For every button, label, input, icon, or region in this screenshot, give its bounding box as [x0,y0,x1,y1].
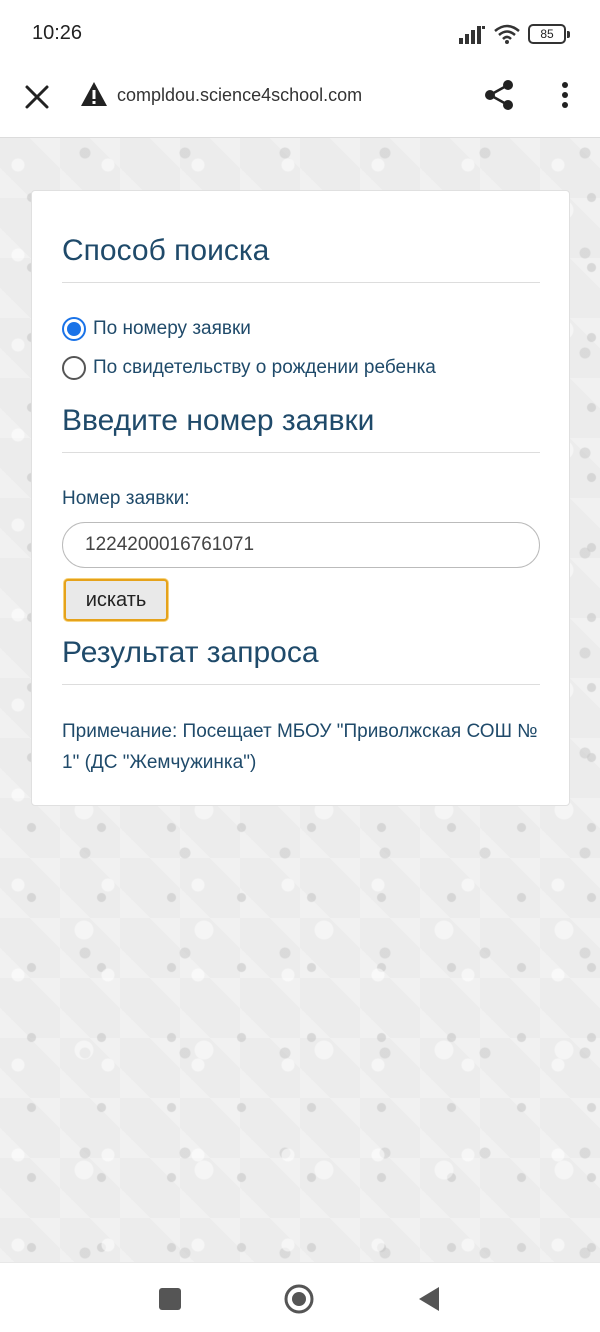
battery-icon: 85 [528,24,570,44]
divider [62,282,540,283]
status-time: 10:26 [32,22,83,44]
system-nav-bar [0,1262,600,1332]
status-bar: 10:26 85 [0,0,600,64]
radio-label: По номеру заявки [93,318,251,339]
status-icons: 85 [458,22,570,46]
enter-number-title: Введите номер заявки [62,404,375,437]
search-card: Способ поиска По номеру заявки По свидет… [31,190,570,806]
home-circle-icon[interactable] [283,1283,315,1315]
search-button[interactable]: искать [64,579,168,621]
search-method-title: Способ поиска [62,234,270,267]
divider [62,684,540,685]
radio-button-checked[interactable] [62,317,86,341]
back-triangle-icon[interactable] [417,1285,441,1313]
result-note: Примечание: Посещает МБОУ "Приволжская С… [62,721,538,773]
radio-by-application-number[interactable]: По номеру заявки [62,317,251,341]
battery-level: 85 [540,27,554,41]
application-number-input[interactable] [62,522,540,568]
browser-toolbar: compldou.science4school.com [0,64,600,138]
warning-icon[interactable] [80,81,108,107]
result-title: Результат запроса [62,636,319,669]
radio-label: По свидетельству о рождении ребенка [93,357,436,378]
more-vert-icon[interactable] [552,80,578,110]
recents-square-icon[interactable] [159,1288,181,1310]
share-icon[interactable] [482,78,516,112]
url-text[interactable]: compldou.science4school.com [117,85,362,106]
application-number-label: Номер заявки: [62,488,190,509]
signal-icon [459,26,485,44]
close-icon[interactable] [22,82,52,112]
radio-by-birth-certificate[interactable]: По свидетельству о рождении ребенка [62,356,436,380]
radio-button-unchecked[interactable] [62,356,86,380]
wifi-icon [494,24,520,44]
page-content: Способ поиска По номеру заявки По свидет… [0,138,600,1262]
divider [62,452,540,453]
